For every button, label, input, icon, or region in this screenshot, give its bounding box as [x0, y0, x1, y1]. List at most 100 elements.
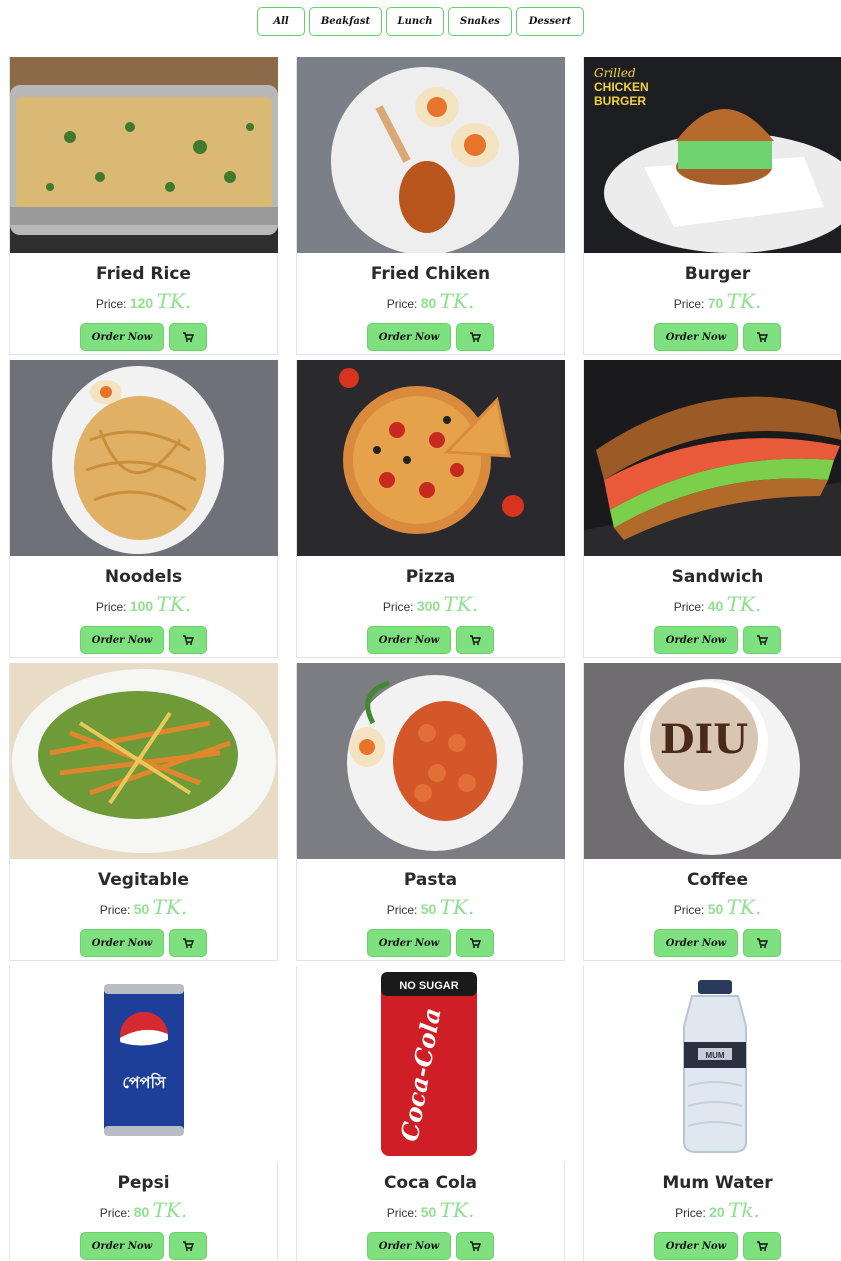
item-photo: Grilled CHICKEN BURGER [584, 57, 841, 253]
price-value: 50 [420, 901, 437, 917]
item-actions: Order Now [297, 1232, 564, 1260]
cart-icon [757, 938, 768, 948]
item-name: Noodels [104, 567, 183, 587]
price-currency: TK. [726, 289, 762, 313]
price-value: 100 [129, 598, 154, 614]
add-to-cart-button[interactable] [743, 323, 781, 351]
price-label: Price: [95, 600, 127, 614]
item-actions: Order Now [10, 323, 277, 351]
cart-icon [183, 1241, 194, 1251]
cart-icon [470, 938, 481, 948]
price-value: 20 [709, 1204, 725, 1220]
item-photo [297, 663, 565, 859]
add-to-cart-button[interactable] [743, 929, 781, 957]
item-name: Pepsi [117, 1173, 170, 1193]
add-to-cart-button[interactable] [456, 1232, 494, 1260]
item-name: Pizza [405, 567, 456, 587]
price-currency: TK. [726, 895, 762, 919]
coke-top-label: NO SUGAR [399, 980, 458, 992]
item-name: Burger [684, 264, 751, 284]
order-now-button[interactable]: Order Now [80, 1232, 164, 1260]
filter-snacks-button[interactable]: Snakes [448, 7, 512, 36]
menu-item-card: NO SUGAR Coca-Cola Coca Cola Price: 50 T… [296, 966, 565, 1261]
burger-sign-line3: BURGER [594, 94, 646, 108]
filter-breakfast-button[interactable]: Beakfast [309, 7, 382, 36]
price-label: Price: [675, 1206, 706, 1220]
item-actions: Order Now [297, 323, 564, 351]
item-price: Price: 50 TK. [584, 895, 841, 919]
item-photo [10, 360, 278, 556]
price-currency: TK. [726, 592, 762, 616]
item-photo: NO SUGAR Coca-Cola [297, 966, 565, 1162]
order-now-button[interactable]: Order Now [80, 626, 164, 654]
price-label: Price: [95, 297, 127, 311]
order-now-button[interactable]: Order Now [80, 323, 164, 351]
order-now-button[interactable]: Order Now [80, 929, 164, 957]
price-value: 80 [420, 295, 437, 311]
price-value: 70 [707, 295, 724, 311]
menu-item-card: Sandwich Price: 40 TK. Order Now [583, 360, 841, 658]
price-value: 50 [133, 901, 150, 917]
price-label: Price: [99, 1206, 131, 1220]
order-now-button[interactable]: Order Now [367, 626, 451, 654]
price-currency: TK. [156, 289, 192, 313]
price-label: Price: [386, 903, 418, 917]
add-to-cart-button[interactable] [456, 929, 494, 957]
item-name: Fried Rice [96, 264, 191, 284]
item-actions: Order Now [584, 323, 841, 351]
item-price: Price: 40 TK. [584, 592, 841, 616]
item-price: Price: 50 TK. [297, 895, 564, 919]
item-photo [297, 57, 565, 253]
add-to-cart-button[interactable] [169, 1232, 207, 1260]
price-label: Price: [673, 903, 705, 917]
price-label: Price: [386, 1206, 418, 1220]
add-to-cart-button[interactable] [456, 626, 494, 654]
order-now-button[interactable]: Order Now [654, 1232, 738, 1260]
add-to-cart-button[interactable] [743, 626, 781, 654]
menu-item-card: Fried Rice Price: 120 TK. Order Now [9, 57, 278, 355]
add-to-cart-button[interactable] [169, 929, 207, 957]
menu-item-card: Pasta Price: 50 TK. Order Now [296, 663, 565, 961]
add-to-cart-button[interactable] [169, 323, 207, 351]
add-to-cart-button[interactable] [456, 323, 494, 351]
price-currency: TK. [152, 895, 188, 919]
filter-all-button[interactable]: All [257, 7, 305, 36]
price-currency: TK. [443, 592, 479, 616]
order-now-button[interactable]: Order Now [654, 626, 738, 654]
order-now-button[interactable]: Order Now [654, 323, 738, 351]
cart-icon [757, 1241, 768, 1251]
add-to-cart-button[interactable] [169, 626, 207, 654]
item-photo: পেপসি [10, 966, 278, 1162]
coffee-latte-art: DIU [660, 716, 748, 763]
item-price: Price: 50 TK. [10, 895, 277, 919]
item-price: Price: 80 TK. [297, 289, 564, 313]
item-name: Coffee [687, 870, 748, 890]
item-actions: Order Now [584, 929, 841, 957]
item-actions: Order Now [10, 1232, 277, 1260]
item-actions: Order Now [297, 929, 564, 957]
item-photo [297, 360, 565, 556]
menu-item-card: Pizza Price: 300 TK. Order Now [296, 360, 565, 658]
order-now-button[interactable]: Order Now [367, 323, 451, 351]
burger-sign-line1: Grilled [594, 66, 636, 80]
order-now-button[interactable]: Order Now [654, 929, 738, 957]
item-actions: Order Now [584, 626, 841, 654]
item-name: Mum Water [662, 1173, 773, 1193]
price-value: 50 [707, 901, 724, 917]
price-currency: Tk. [728, 1198, 760, 1222]
item-price: Price: 300 TK. [297, 592, 564, 616]
item-price: Price: 50 TK. [297, 1198, 564, 1222]
filter-dessert-button[interactable]: Dessert [516, 7, 584, 36]
item-actions: Order Now [584, 1232, 841, 1260]
item-photo [10, 57, 278, 253]
item-price: Price: 120 TK. [10, 289, 277, 313]
add-to-cart-button[interactable] [743, 1232, 781, 1260]
item-name: Sandwich [671, 567, 764, 587]
filter-lunch-button[interactable]: Lunch [386, 7, 444, 36]
cart-icon [470, 1241, 481, 1251]
order-now-button[interactable]: Order Now [367, 1232, 451, 1260]
order-now-button[interactable]: Order Now [367, 929, 451, 957]
price-value: 40 [707, 598, 724, 614]
pepsi-label-text: পেপসি [122, 1072, 167, 1092]
item-photo: MUM [584, 966, 841, 1162]
